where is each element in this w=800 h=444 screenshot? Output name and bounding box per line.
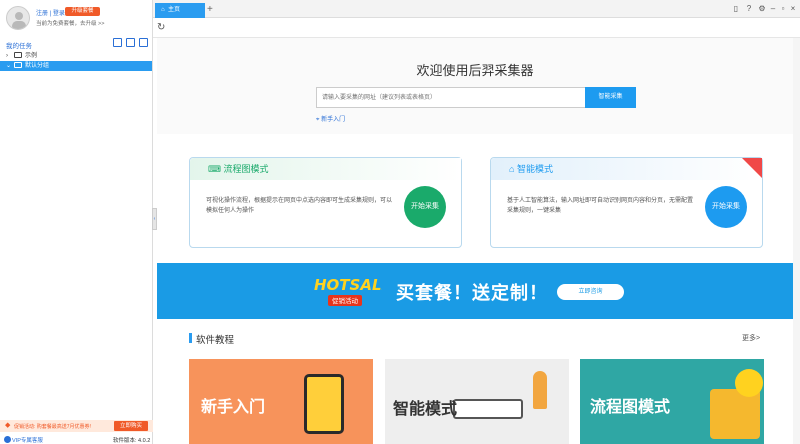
- upgrade-label: 升级套餐: [71, 8, 94, 14]
- url-search-input[interactable]: [316, 87, 586, 108]
- tab-home[interactable]: ⌂ 主页: [155, 3, 205, 18]
- beginner-guide-link[interactable]: ⌖ 新手入门: [316, 114, 345, 124]
- chevron-right-icon: ›: [6, 53, 8, 59]
- banner-title: 买套餐！送定制！: [396, 283, 548, 303]
- trash-icon[interactable]: ▯: [731, 4, 741, 13]
- mode-title: 流程图模式: [223, 164, 269, 174]
- minimize-icon[interactable]: –: [768, 4, 778, 13]
- vertical-scrollbar[interactable]: [793, 38, 800, 444]
- tutorial-card-beginner[interactable]: 新手入门: [189, 359, 373, 444]
- login-register-link[interactable]: 注册 | 登录: [36, 8, 65, 17]
- rocket-icon: [533, 371, 547, 409]
- bulb-icon: [735, 369, 763, 397]
- vip-support-link[interactable]: VIP专属客服: [12, 436, 43, 444]
- qq-icon: [4, 436, 11, 443]
- chevron-down-icon: ⌄: [6, 63, 12, 69]
- hot-sale-logo: HOTSALE 促销活动: [314, 276, 382, 306]
- folder-icon: [14, 62, 22, 68]
- promo-text: 促销活动: 购套餐最高送7月优惠券!: [14, 424, 91, 430]
- mode-description: 可视化操作流程，根据提示在网页中点选内容即可生成采集规则，可以模拟任何人为操作: [206, 198, 393, 214]
- speaker-icon: ◆: [5, 422, 11, 429]
- tree-item-sample[interactable]: › 示例: [0, 51, 152, 61]
- tab-bar: [153, 0, 800, 18]
- avatar[interactable]: [6, 6, 30, 30]
- tab-home-label: 主页: [167, 7, 180, 13]
- smart-mode-card[interactable]: ⌂ 智能模式 基于人工智能算法，输入网址即可自动识别网页内容和分页，无需配置采集…: [490, 157, 763, 248]
- tutorial-card-flowchart[interactable]: 流程图模式: [580, 359, 764, 444]
- gear-icon[interactable]: ⚙: [757, 4, 767, 13]
- tablet-illustration: [304, 374, 344, 434]
- toolbar: [153, 18, 800, 38]
- flowchart-mode-header: ⌨ 流程图模式: [190, 158, 461, 180]
- tutorial-card-smart[interactable]: 智能模式: [385, 359, 569, 444]
- welcome-title: 欢迎使用后羿采集器: [416, 63, 534, 78]
- version-text: 软件版本: 4.0.2: [113, 438, 151, 444]
- start-collect-button[interactable]: 开始采集: [404, 186, 446, 228]
- mode-description: 基于人工智能算法，输入网址即可自动识别网页内容和分页，无需配置采集规则，一键采集: [507, 198, 694, 214]
- add-group-icon[interactable]: [126, 38, 135, 47]
- tree-item-label: 示例: [25, 53, 38, 59]
- help-icon[interactable]: ?: [744, 4, 754, 13]
- start-collect-button[interactable]: 开始采集: [705, 186, 747, 228]
- my-tasks-heading: 我的任务: [6, 43, 32, 50]
- home-icon: ⌂: [161, 7, 165, 13]
- smart-collect-button[interactable]: 智能采集: [585, 87, 636, 108]
- close-icon[interactable]: ×: [788, 4, 798, 13]
- refresh-icon[interactable]: ↻: [157, 22, 165, 33]
- hot-sale-logo-text: HOTSALE: [314, 276, 382, 294]
- flowchart-icon: ⌨: [208, 164, 221, 174]
- section-marker: [189, 333, 192, 343]
- new-task-icon[interactable]: [113, 38, 122, 47]
- flowchart-mode-card[interactable]: ⌨ 流程图模式 可视化操作流程，根据提示在网页中点选内容即可生成采集规则，可以模…: [189, 157, 462, 248]
- buy-now-button[interactable]: 立即购买: [114, 421, 148, 431]
- tutorial-title: 智能模式: [393, 401, 458, 418]
- smart-mode-header: ⌂ 智能模式: [491, 158, 762, 180]
- new-tab-button[interactable]: +: [207, 4, 213, 15]
- smart-icon: ⌂: [509, 164, 515, 174]
- location-pin-icon: ⌖: [316, 117, 320, 123]
- guide-link-label: 新手入门: [321, 117, 346, 123]
- mode-title: 智能模式: [516, 164, 553, 174]
- hot-corner-badge: [742, 158, 762, 178]
- maximize-icon[interactable]: ▫: [778, 4, 788, 13]
- consult-now-button[interactable]: 立即咨询: [557, 284, 624, 300]
- tree-item-default-group[interactable]: ⌄ 默认分组: [0, 61, 152, 71]
- tutorials-heading: 软件教程: [196, 335, 235, 346]
- edit-icon[interactable]: [139, 38, 148, 47]
- keyboard-illustration: [453, 399, 523, 419]
- more-tutorials-link[interactable]: 更多>: [742, 333, 760, 343]
- tutorial-title: 新手入门: [201, 399, 266, 416]
- tutorial-title: 流程图模式: [590, 399, 671, 416]
- hero-section: [157, 38, 793, 134]
- tree-item-label: 默认分组: [25, 63, 50, 69]
- hot-sale-logo-sub: 促销活动: [332, 296, 359, 305]
- folder-icon: [14, 52, 22, 58]
- plan-status-text[interactable]: 当前为免费套餐，去升级 >>: [36, 19, 104, 27]
- upgrade-plan-button[interactable]: 升级套餐: [65, 7, 100, 16]
